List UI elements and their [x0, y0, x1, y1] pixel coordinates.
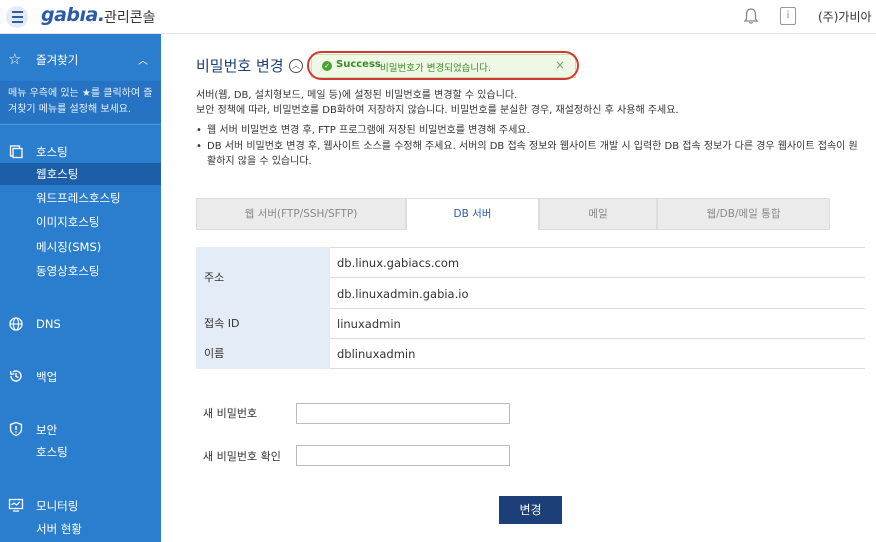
security-label: 보안 [36, 423, 58, 437]
sidebar-item-video-hosting[interactable]: 동영상호스팅 [0, 260, 161, 282]
table-row: 이름 dblinuxadmin [196, 339, 865, 369]
top-bar: gabıa. 관리콘솔 i (주)가비아 [0, 0, 876, 34]
history-icon [9, 370, 22, 382]
server-tabs: 웹 서버(FTP/SSH/SFTP) DB 서버 메일 웹/DB/메일 통합 [196, 198, 830, 230]
tab-mail[interactable]: 메일 [539, 198, 657, 230]
hosting-label: 호스팅 [36, 145, 68, 159]
address-label: 주소 [196, 247, 330, 309]
access-id-label: 접속 ID [196, 309, 330, 339]
sidebar-item-wordpress-hosting[interactable]: 워드프레스호스팅 [0, 187, 161, 209]
sidebar: ☆ 즐겨찾기 ︿ 메뉴 우측에 있는 ★를 클릭하여 즐겨찾기 메뉴를 설정해 … [0, 34, 161, 542]
sidebar-item-web-hosting[interactable]: 웹호스팅 [0, 163, 161, 185]
confirm-password-field[interactable] [296, 445, 510, 466]
sidebar-favorites[interactable]: ☆ 즐겨찾기 ︿ [0, 44, 161, 76]
note-item-continued: 활하지 않을 수 있습니다. [207, 156, 312, 167]
dns-label: DNS [36, 317, 61, 331]
sidebar-item-image-hosting[interactable]: 이미지호스팅 [0, 211, 161, 233]
tab-integrated[interactable]: 웹/DB/메일 통합 [657, 198, 830, 230]
new-password-field[interactable] [296, 403, 510, 424]
chevron-up-icon[interactable]: ︿ [289, 59, 303, 73]
name-value: dblinuxadmin [337, 347, 416, 361]
sidebar-section-backup[interactable]: 백업 [0, 364, 161, 388]
access-id-value: linuxadmin [337, 317, 401, 331]
star-icon: ☆ [8, 50, 22, 68]
chevron-up-icon[interactable]: ︿ [138, 52, 148, 67]
notice-icon[interactable]: i [780, 7, 796, 25]
globe-icon [9, 317, 23, 331]
sidebar-section-hosting[interactable]: 호스팅 [0, 139, 161, 163]
note-text: DB 서버 비밀번호 변경 후, 웹사이트 소스를 수정해 주세요. 서버의 D… [207, 141, 858, 152]
favorites-label: 즐겨찾기 [36, 53, 79, 67]
shield-icon [9, 421, 23, 437]
favorites-description: 메뉴 우측에 있는 ★를 클릭하여 즐겨찾기 메뉴를 설정해 보세요. [0, 81, 161, 123]
name-label: 이름 [196, 339, 330, 369]
gabia-logo[interactable]: gabıa. [41, 4, 105, 26]
description-line-2: 보안 정책에 따라, 비밀번호를 DB화하여 저장하지 않습니다. 비밀번호를 … [196, 105, 679, 116]
description-line-1: 서버(웹, DB, 설치형보드, 메일 등)에 설정된 비밀번호를 변경할 수 … [196, 90, 518, 101]
divider [330, 277, 865, 278]
divider [0, 124, 161, 125]
page-title: 비밀번호 변경 [196, 57, 284, 75]
bell-icon[interactable] [742, 7, 760, 25]
hamburger-menu-icon[interactable] [6, 6, 28, 28]
sidebar-item-security-hosting[interactable]: 호스팅 [0, 441, 161, 463]
sidebar-section-monitoring[interactable]: 모니터링 [0, 493, 161, 517]
tab-web-server[interactable]: 웹 서버(FTP/SSH/SFTP) [196, 198, 406, 230]
sidebar-section-security[interactable]: 보안 [0, 417, 161, 441]
table-row: 접속 ID linuxadmin [196, 309, 865, 339]
backup-label: 백업 [36, 370, 58, 384]
address-value-2: db.linuxadmin.gabia.io [337, 287, 469, 301]
note-text: 웹 서버 비밀번호 변경 후, FTP 프로그램에 저장된 비밀번호를 변경해 … [207, 125, 530, 136]
confirm-password-label: 새 비밀번호 확인 [203, 450, 281, 463]
highlight-ring [307, 51, 579, 80]
monitoring-label: 모니터링 [36, 499, 79, 513]
sidebar-item-server-status[interactable]: 서버 현황 [0, 518, 161, 540]
tab-db-server[interactable]: DB 서버 [406, 198, 539, 230]
address-value-1: db.linux.gabiacs.com [337, 256, 460, 270]
table-row: 주소 db.linux.gabiacs.com db.linuxadmin.ga… [196, 247, 865, 309]
monitor-icon [8, 498, 24, 512]
console-label: 관리콘솔 [104, 10, 156, 26]
new-password-label: 새 비밀번호 [203, 407, 258, 420]
change-button[interactable]: 변경 [499, 496, 562, 524]
user-name[interactable]: (주)가비아 [818, 8, 872, 25]
sidebar-item-sms[interactable]: 메시징(SMS) [0, 236, 161, 258]
hosting-icon [9, 145, 23, 159]
sidebar-section-dns[interactable]: DNS [0, 312, 161, 336]
